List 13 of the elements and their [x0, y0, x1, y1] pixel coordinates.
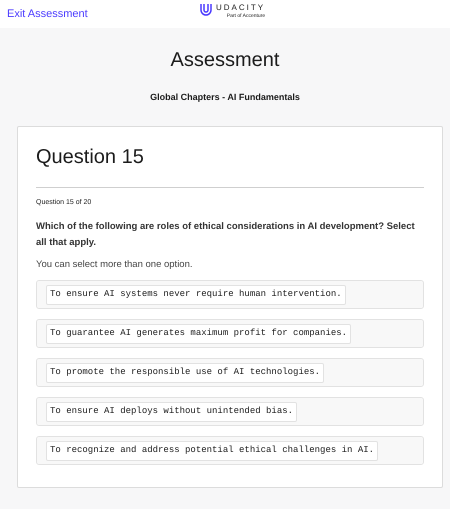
- page-subtitle: Global Chapters - AI Fundamentals: [150, 91, 300, 104]
- logo-wordmark: UDACITY: [216, 3, 266, 13]
- question-prompt: Which of the following are roles of ethical considerations in AI development? Select all that apply.: [36, 220, 416, 250]
- answer-option[interactable]: To guarantee AI generates maximum profit for companies.: [36, 319, 424, 348]
- answer-option[interactable]: To ensure AI systems never require human intervention.: [36, 280, 424, 310]
- question-heading: Question 15: [36, 144, 145, 168]
- exit-assessment-link[interactable]: Exit Assessment: [7, 6, 88, 22]
- answer-option[interactable]: To recognize and address potential ethical challenges in AI.: [36, 436, 424, 466]
- logo-icon: [200, 3, 212, 16]
- selection-hint: You can select more than one option.: [36, 258, 194, 272]
- answer-option[interactable]: To ensure AI deploys without unintended bias.: [36, 397, 424, 426]
- page-title: Assessment: [170, 48, 280, 72]
- answer-option[interactable]: To promote the responsible use of AI technologies.: [36, 358, 424, 388]
